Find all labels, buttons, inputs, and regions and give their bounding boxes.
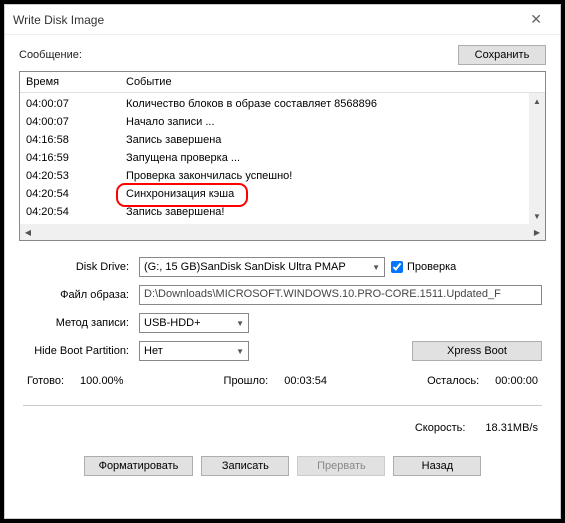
log-time: 04:16:58 (26, 132, 126, 148)
log-time: 04:00:07 (26, 114, 126, 130)
image-file-field[interactable]: D:\Downloads\MICROSOFT.WINDOWS.10.PRO-CO… (139, 285, 542, 305)
speed-value: 18.31MB/s (485, 422, 538, 434)
log-time: 04:16:59 (26, 150, 126, 166)
chevron-down-icon: ▼ (236, 347, 244, 356)
log-event: Синхронизация кэша (126, 186, 539, 202)
close-icon[interactable]: ✕ (520, 7, 552, 32)
hide-boot-select[interactable]: Нет ▼ (139, 341, 249, 361)
divider (23, 405, 542, 406)
scroll-up-icon[interactable]: ▲ (529, 93, 545, 109)
table-row[interactable]: 04:16:59Запущена проверка ... (20, 149, 545, 167)
abort-button: Прервать (297, 456, 385, 476)
remain-label: Осталось: (427, 375, 479, 387)
remain-value: 00:00:00 (495, 375, 538, 387)
window-title: Write Disk Image (13, 13, 104, 27)
vertical-scrollbar[interactable]: ▲ ▼ (529, 93, 545, 224)
elapsed-label: Прошло: (224, 375, 269, 387)
titlebar: Write Disk Image ✕ (5, 5, 560, 35)
log-event: Запущена проверка ... (126, 150, 539, 166)
write-method-label: Метод записи: (23, 317, 133, 329)
log-event: Запись завершена (126, 132, 539, 148)
log-event: Проверка закончилась успешно! (126, 168, 539, 184)
log-time: 04:20:54 (26, 204, 126, 220)
table-row[interactable]: 04:00:07Начало записи ... (20, 113, 545, 131)
log-time: 04:20:53 (26, 168, 126, 184)
log-body: 04:00:07Количество блоков в образе соста… (20, 93, 545, 224)
col-time-header[interactable]: Время (20, 72, 120, 92)
format-button[interactable]: Форматировать (84, 456, 194, 476)
horizontal-scrollbar[interactable]: ◀ ▶ (20, 224, 545, 240)
log-panel: Время Событие 04:00:07Количество блоков … (19, 71, 546, 241)
log-time: 04:00:07 (26, 96, 126, 112)
write-button[interactable]: Записать (201, 456, 289, 476)
table-row[interactable]: 04:16:58Запись завершена (20, 131, 545, 149)
verify-checkbox-input[interactable] (391, 261, 403, 273)
scroll-left-icon[interactable]: ◀ (20, 224, 36, 240)
log-event: Количество блоков в образе составляет 85… (126, 96, 539, 112)
speed-label: Скорость: (415, 422, 466, 434)
elapsed-value: 00:03:54 (284, 375, 327, 387)
message-label: Сообщение: (19, 49, 82, 61)
log-time: 04:20:54 (26, 186, 126, 202)
hide-boot-label: Hide Boot Partition: (23, 345, 133, 357)
window: Write Disk Image ✕ Сообщение: Сохранить … (4, 4, 561, 519)
image-file-label: Файл образа: (23, 289, 133, 301)
back-button[interactable]: Назад (393, 456, 481, 476)
col-event-header[interactable]: Событие (120, 72, 545, 92)
disk-drive-label: Disk Drive: (23, 261, 133, 273)
chevron-down-icon: ▼ (372, 263, 380, 272)
log-event: Начало записи ... (126, 114, 539, 130)
save-button[interactable]: Сохранить (458, 45, 546, 65)
table-row[interactable]: 04:20:54Синхронизация кэша (20, 185, 545, 203)
log-event: Запись завершена! (126, 204, 539, 220)
scroll-right-icon[interactable]: ▶ (529, 224, 545, 240)
disk-drive-select[interactable]: (G:, 15 GB)SanDisk SanDisk Ultra PMAP ▼ (139, 257, 385, 277)
scroll-down-icon[interactable]: ▼ (529, 208, 545, 224)
ready-value: 100.00% (80, 375, 123, 387)
table-row[interactable]: 04:20:54Запись завершена! (20, 203, 545, 221)
table-row[interactable]: 04:00:07Количество блоков в образе соста… (20, 95, 545, 113)
chevron-down-icon: ▼ (236, 319, 244, 328)
write-method-value: USB-HDD+ (144, 317, 201, 329)
verify-checkbox[interactable]: Проверка (391, 261, 456, 273)
ready-label: Готово: (27, 375, 64, 387)
hide-boot-value: Нет (144, 345, 163, 357)
xpress-boot-button[interactable]: Xpress Boot (412, 341, 542, 361)
write-method-select[interactable]: USB-HDD+ ▼ (139, 313, 249, 333)
verify-label: Проверка (407, 261, 456, 273)
disk-drive-value: (G:, 15 GB)SanDisk SanDisk Ultra PMAP (144, 261, 346, 273)
table-row[interactable]: 04:20:53Проверка закончилась успешно! (20, 167, 545, 185)
